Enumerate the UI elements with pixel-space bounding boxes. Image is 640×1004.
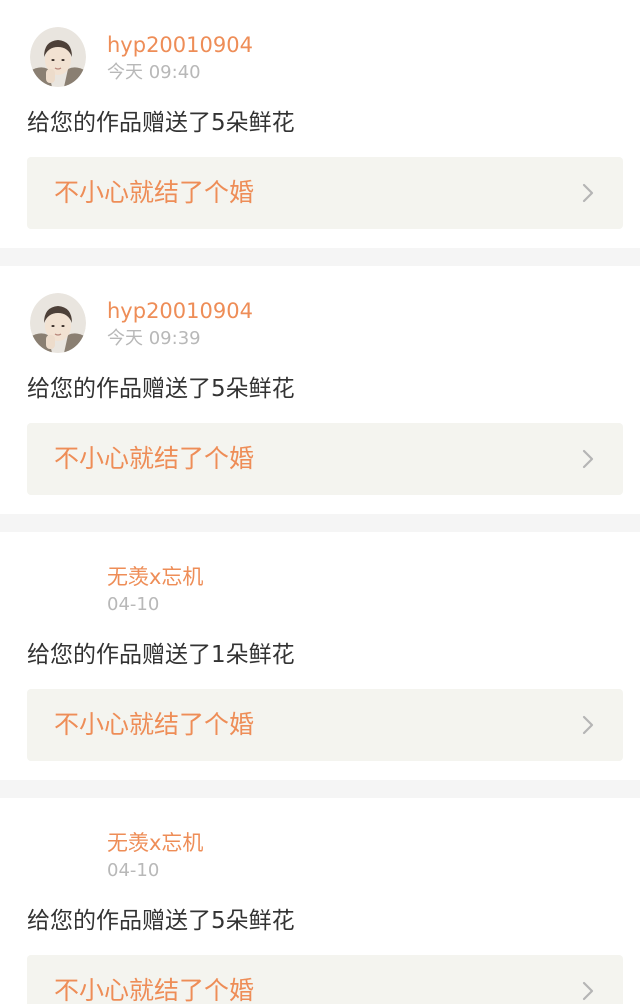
avatar-photo-icon: [30, 293, 86, 353]
user-name[interactable]: hyp20010904: [107, 298, 253, 324]
work-link[interactable]: 不小心就结了个婚: [27, 689, 623, 761]
avatar[interactable]: [30, 559, 86, 619]
gift-message: 给您的作品赠送了1朵鲜花: [27, 642, 295, 668]
user-name[interactable]: hyp20010904: [107, 32, 253, 58]
work-title: 不小心就结了个婚: [54, 178, 255, 207]
avatar[interactable]: [30, 27, 86, 87]
chevron-right-icon: [582, 449, 594, 469]
work-link[interactable]: 不小心就结了个婚: [27, 955, 623, 1004]
timestamp: 今天 09:40: [107, 62, 201, 83]
chevron-right-icon: [582, 715, 594, 735]
timestamp: 04-10: [107, 594, 160, 615]
gift-message: 给您的作品赠送了5朵鲜花: [27, 110, 295, 136]
notification-card: hyp20010904 今天 09:39 给您的作品赠送了5朵鲜花 不小心就结了…: [0, 266, 640, 514]
notification-card: 无羡x忘机 04-10 给您的作品赠送了5朵鲜花 不小心就结了个婚: [0, 798, 640, 1004]
chevron-right-icon: [582, 183, 594, 203]
chevron-right-icon: [582, 981, 594, 1001]
user-name[interactable]: 无羡x忘机: [107, 564, 203, 590]
gift-message: 给您的作品赠送了5朵鲜花: [27, 376, 295, 402]
work-link[interactable]: 不小心就结了个婚: [27, 157, 623, 229]
timestamp: 今天 09:39: [107, 328, 201, 349]
notification-card: hyp20010904 今天 09:40 给您的作品赠送了5朵鲜花 不小心就结了…: [0, 0, 640, 248]
notification-card: 无羡x忘机 04-10 给您的作品赠送了1朵鲜花 不小心就结了个婚: [0, 532, 640, 780]
notification-feed: hyp20010904 今天 09:40 给您的作品赠送了5朵鲜花 不小心就结了…: [0, 0, 640, 1004]
gift-message: 给您的作品赠送了5朵鲜花: [27, 908, 295, 934]
avatar[interactable]: [30, 293, 86, 353]
work-title: 不小心就结了个婚: [54, 710, 255, 739]
avatar[interactable]: [30, 825, 86, 885]
timestamp: 04-10: [107, 860, 160, 881]
user-name[interactable]: 无羡x忘机: [107, 830, 203, 856]
work-title: 不小心就结了个婚: [54, 444, 255, 473]
avatar-photo-icon: [30, 27, 86, 87]
work-link[interactable]: 不小心就结了个婚: [27, 423, 623, 495]
work-title: 不小心就结了个婚: [54, 976, 255, 1004]
